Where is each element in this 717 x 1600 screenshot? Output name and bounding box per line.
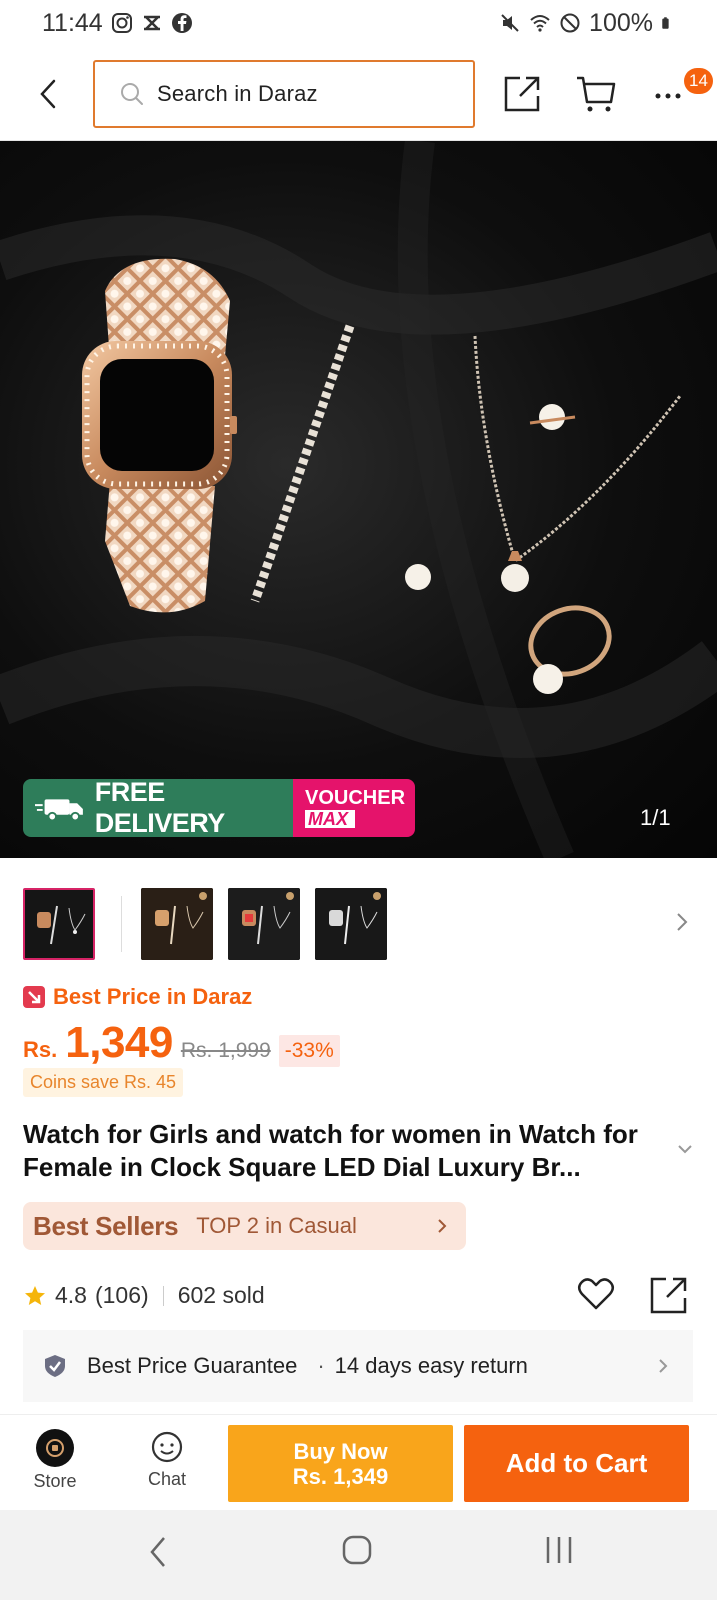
status-left: 11:44 bbox=[42, 9, 193, 38]
more-dots-icon bbox=[655, 93, 681, 99]
buy-now-price: Rs. 1,349 bbox=[292, 1463, 389, 1489]
guarantee-row[interactable]: Best Price Guarantee · 14 days easy retu… bbox=[23, 1330, 693, 1402]
share-icon[interactable] bbox=[500, 72, 544, 116]
price-row: Rs. 1,349 Rs. 1,999 -33% bbox=[23, 1018, 340, 1068]
guarantee-separator: · bbox=[317, 1353, 325, 1378]
back-button[interactable] bbox=[30, 74, 66, 114]
thumbnail-2[interactable] bbox=[141, 888, 213, 960]
status-bar: 11:44 100% bbox=[0, 0, 717, 46]
free-delivery-label: FREE DELIVERY bbox=[94, 779, 226, 837]
share-icon[interactable] bbox=[648, 1274, 690, 1316]
wifi-icon bbox=[530, 15, 550, 32]
jewelry-set-illustration bbox=[0, 141, 717, 858]
star-icon bbox=[25, 1285, 45, 1305]
best-price-banner: Best Price in Daraz bbox=[23, 984, 252, 1010]
price-tag-icon bbox=[23, 986, 45, 1008]
thumbnail-separator bbox=[121, 896, 122, 952]
nav-home-icon[interactable] bbox=[342, 1534, 372, 1566]
notification-badge: 14 bbox=[684, 68, 713, 94]
thumbnail-image bbox=[315, 888, 387, 960]
best-sellers-rank: TOP 2 in Casual bbox=[196, 1213, 357, 1238]
chevron-left-icon bbox=[40, 79, 56, 109]
battery-icon bbox=[662, 17, 669, 29]
battery-percent: 100% bbox=[589, 8, 653, 37]
chevron-right-icon bbox=[659, 1359, 668, 1373]
rating-row: 4.8 (106) 602 sold bbox=[23, 1282, 265, 1309]
status-time: 11:44 bbox=[42, 8, 103, 37]
rating-divider bbox=[162, 1285, 164, 1306]
nav-recent-apps-icon[interactable] bbox=[544, 1534, 574, 1566]
rating-score: 4.8 bbox=[55, 1282, 87, 1308]
heart-icon[interactable] bbox=[576, 1274, 616, 1314]
product-title: Watch for Girls and watch for women in W… bbox=[23, 1119, 638, 1182]
store-logo-icon bbox=[46, 1439, 64, 1457]
system-nav-bar bbox=[0, 1510, 717, 1600]
nav-back-icon[interactable] bbox=[146, 1532, 170, 1572]
thumbnail-image bbox=[228, 888, 300, 960]
voucher-max-label: MAX bbox=[305, 810, 355, 828]
coins-badge: Coins save Rs. 45 bbox=[23, 1068, 184, 1097]
original-price: Rs. 1,999 bbox=[180, 1039, 271, 1062]
search-placeholder: Search in Daraz bbox=[157, 81, 318, 106]
status-right: 100% bbox=[499, 9, 675, 38]
chevron-down-icon[interactable] bbox=[676, 1142, 694, 1156]
chevron-right-icon[interactable] bbox=[672, 910, 692, 934]
sold-count: 602 sold bbox=[177, 1282, 265, 1308]
currency-symbol: Rs. bbox=[23, 1037, 58, 1062]
bottom-action-bar: Store Chat Buy Now Rs. 1,349 Add to Cart bbox=[0, 1414, 717, 1508]
buy-now-label: Buy Now bbox=[293, 1438, 388, 1464]
store-button[interactable]: Store bbox=[24, 1429, 86, 1499]
delivery-truck-icon bbox=[35, 799, 83, 822]
cart-icon[interactable] bbox=[574, 72, 618, 116]
promo-banner: FREE DELIVERY VOUCHER MAX bbox=[23, 779, 415, 837]
discount-badge: -33% bbox=[278, 1035, 340, 1067]
guarantee-secondary: 14 days easy return bbox=[334, 1353, 528, 1378]
chat-icon bbox=[151, 1431, 183, 1463]
store-logo bbox=[36, 1429, 74, 1467]
thumbnail-strip bbox=[0, 880, 717, 960]
product-image[interactable]: FREE DELIVERY VOUCHER MAX 1/1 bbox=[0, 141, 717, 858]
search-input[interactable]: Search in Daraz bbox=[93, 60, 475, 128]
chevron-right-icon bbox=[438, 1219, 447, 1233]
voucher-max-badge: VOUCHER MAX bbox=[293, 779, 415, 837]
thumbnail-1[interactable] bbox=[23, 888, 95, 960]
capcut-icon bbox=[143, 15, 160, 31]
mute-icon bbox=[501, 14, 519, 32]
image-counter: 1/1 bbox=[640, 805, 671, 830]
facebook-icon bbox=[171, 13, 192, 33]
thumbnail-4[interactable] bbox=[315, 888, 387, 960]
voucher-label: VOUCHER bbox=[305, 787, 406, 809]
chat-button[interactable]: Chat bbox=[136, 1429, 198, 1499]
thumbnail-image bbox=[141, 888, 213, 960]
store-label: Store bbox=[33, 1471, 77, 1491]
free-delivery-badge: FREE DELIVERY bbox=[23, 779, 293, 837]
search-icon bbox=[121, 83, 143, 105]
do-not-disturb-icon bbox=[560, 13, 580, 33]
guarantee-primary: Best Price Guarantee bbox=[87, 1353, 298, 1378]
down-arrow-icon bbox=[28, 991, 41, 1004]
thumbnail-3[interactable] bbox=[228, 888, 300, 960]
rating-count[interactable]: (106) bbox=[95, 1282, 149, 1309]
best-price-label: Best Price in Daraz bbox=[53, 984, 253, 1009]
add-to-cart-button[interactable]: Add to Cart bbox=[464, 1425, 689, 1502]
best-sellers-label: Best Sellers bbox=[33, 1210, 179, 1241]
best-sellers-banner[interactable]: Best Sellers TOP 2 in Casual bbox=[23, 1202, 466, 1250]
top-bar: Search in Daraz 14 bbox=[0, 56, 717, 132]
instagram-icon bbox=[111, 13, 132, 33]
chat-label: Chat bbox=[147, 1469, 187, 1489]
shield-check-icon bbox=[45, 1355, 65, 1377]
thumbnail-image bbox=[25, 890, 93, 958]
current-price: 1,349 bbox=[65, 1018, 173, 1067]
buy-now-button[interactable]: Buy Now Rs. 1,349 bbox=[228, 1425, 453, 1502]
